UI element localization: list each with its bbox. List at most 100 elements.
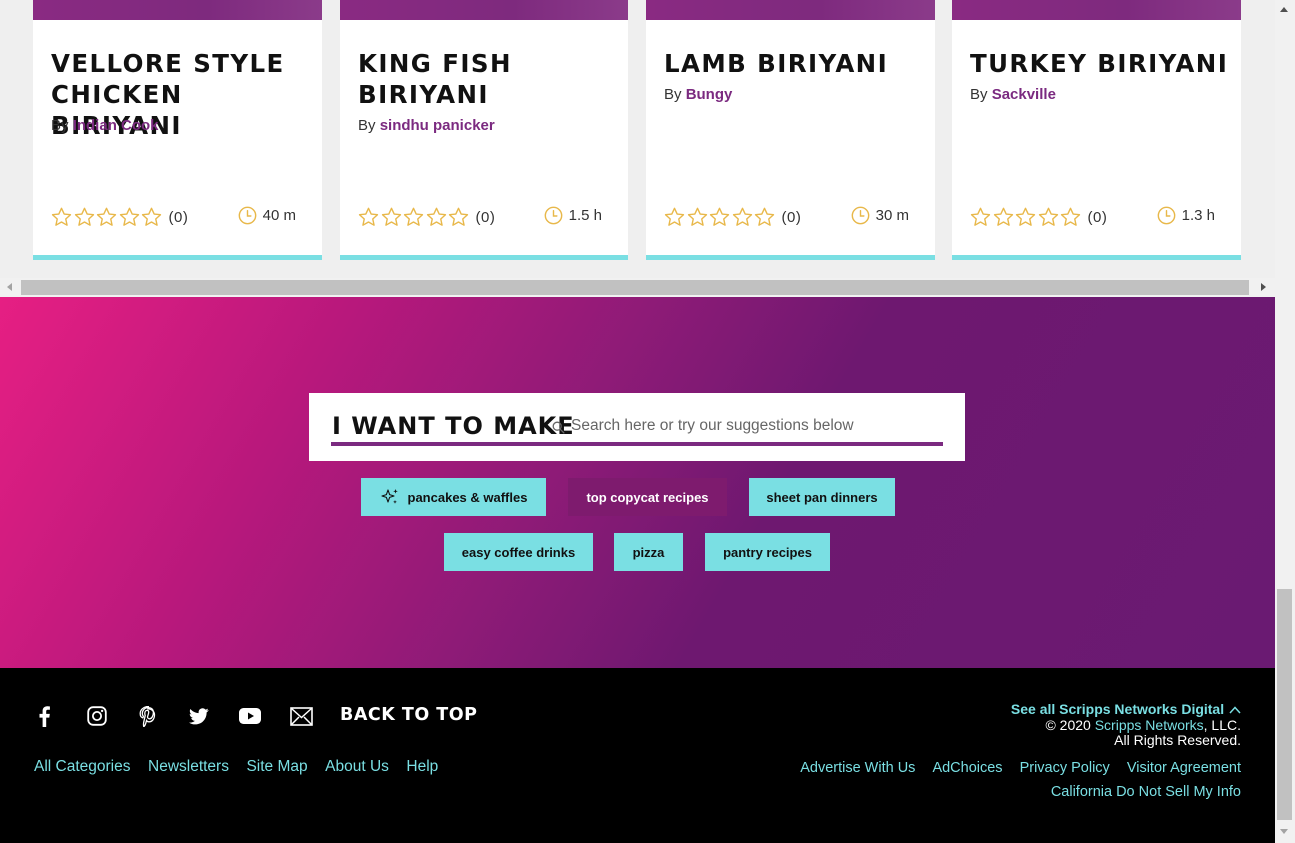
social-links [34,704,340,728]
see-all-link[interactable]: See all Scripps Networks Digital [1011,701,1224,717]
page-scrollbar[interactable] [1275,0,1295,843]
cook-time: 40 m [238,206,296,225]
recipe-author: By sindhu panicker [358,117,495,134]
author-link[interactable]: Indian Cook [73,117,159,134]
star-outline-icon [732,207,755,227]
recipe-author: By Sackville [970,86,1056,103]
scrollbar-thumb[interactable] [21,280,1249,295]
footer-link-advertise[interactable]: Advertise With Us [800,760,915,776]
email-icon[interactable] [289,704,313,728]
site-footer: BACK TO TOP All Categories Newsletters S… [0,668,1275,843]
clock-icon [851,206,870,225]
search-icon [552,421,565,434]
see-all-networks[interactable]: See all Scripps Networks Digital [1011,701,1241,718]
rating-count: (0) [1087,208,1108,226]
star-outline-icon [403,207,426,227]
footer-nav: All Categories Newsletters Site Map Abou… [34,758,456,776]
by-label: By [358,117,376,134]
instagram-icon[interactable] [85,704,109,728]
recipe-image[interactable] [952,0,1241,20]
suggestion-pancakes-waffles[interactable]: pancakes & waffles [361,478,546,516]
rating-stars[interactable]: (0) [664,207,801,227]
star-outline-icon [687,207,710,227]
footer-link-help[interactable]: Help [406,758,438,776]
star-outline-icon [1038,207,1061,227]
search-input[interactable] [571,415,941,437]
rating-stars[interactable]: (0) [358,207,495,227]
footer-link-privacy-policy[interactable]: Privacy Policy [1020,760,1110,776]
scroll-down-arrow[interactable] [1280,829,1288,834]
footer-link-do-not-sell[interactable]: California Do Not Sell My Info [1051,784,1241,800]
suggestion-pantry-recipes[interactable]: pantry recipes [705,533,830,571]
cook-time-value: 40 m [262,207,296,224]
suggestion-top-copycat-recipes[interactable]: top copycat recipes [568,478,727,516]
recipe-image[interactable] [33,0,322,20]
suggestion-easy-coffee-drinks[interactable]: easy coffee drinks [444,533,593,571]
footer-link-all-categories[interactable]: All Categories [34,758,131,776]
scrollbar-thumb[interactable] [1277,589,1292,820]
recipe-card[interactable]: Turkey Biriyani By Sackville (0) 1.3 h [952,0,1241,260]
recipe-title[interactable]: King Fish Biriyani [358,48,538,110]
star-outline-icon [358,207,381,227]
recipe-card[interactable]: King Fish Biriyani By sindhu panicker (0… [340,0,628,260]
author-link[interactable]: Sackville [992,86,1056,103]
star-outline-icon [664,207,687,227]
twitter-icon[interactable] [187,704,211,728]
star-outline-icon [709,207,732,227]
star-outline-icon [119,207,142,227]
search-underline [331,442,943,446]
rights-text: All Rights Reserved. [1114,732,1241,748]
suggestion-sheet-pan-dinners[interactable]: sheet pan dinners [749,478,895,516]
recipe-title[interactable]: Turkey Biriyani [970,48,1230,79]
star-outline-icon [96,207,119,227]
clock-icon [238,206,257,225]
suggestion-pizza[interactable]: pizza [614,533,683,571]
youtube-icon[interactable] [238,704,262,728]
by-label: By [51,117,69,134]
copyright-suffix: , LLC. [1203,716,1241,733]
company-link[interactable]: Scripps Networks [1095,717,1204,733]
author-link[interactable]: Bungy [686,86,733,103]
scroll-left-arrow[interactable] [7,283,12,291]
carousel-scrollbar[interactable] [0,278,1275,297]
star-outline-icon [426,207,449,227]
footer-link-about-us[interactable]: About Us [325,758,389,776]
rating-stars[interactable]: (0) [970,207,1107,227]
star-outline-icon [970,207,993,227]
cook-time: 30 m [851,206,909,225]
star-outline-icon [141,207,164,227]
scroll-right-arrow[interactable] [1261,283,1266,291]
back-to-top-link[interactable]: BACK TO TOP [340,705,477,725]
rating-stars[interactable]: (0) [51,207,188,227]
star-outline-icon [1015,207,1038,227]
cook-time: 1.5 h [544,206,602,225]
facebook-icon[interactable] [34,704,54,728]
author-link[interactable]: sindhu panicker [380,117,495,134]
scroll-up-arrow[interactable] [1280,7,1288,12]
by-label: By [664,86,682,103]
rating-count: (0) [781,208,802,226]
clock-icon [1157,206,1176,225]
star-outline-icon [51,207,74,227]
recipe-carousel: Vellore Style Chicken Biriyani By Indian… [0,0,1275,278]
pinterest-icon[interactable] [136,704,160,728]
recipe-image[interactable] [646,0,935,20]
copyright-prefix: © 2020 [1045,716,1091,733]
recipe-card[interactable]: Lamb Biriyani By Bungy (0) 30 m [646,0,935,260]
recipe-card[interactable]: Vellore Style Chicken Biriyani By Indian… [33,0,322,260]
star-outline-icon [74,207,97,227]
cook-time-value: 30 m [875,207,909,224]
recipe-image[interactable] [340,0,628,20]
footer-link-newsletters[interactable]: Newsletters [148,758,229,776]
copyright-block: See all Scripps Networks Digital © 2020 … [1011,701,1241,749]
cook-time-value: 1.5 h [568,207,602,224]
cook-time-value: 1.3 h [1181,207,1215,224]
recipe-title[interactable]: Lamb Biriyani [664,48,924,79]
copyright-line: © 2020 Scripps Networks, LLC. [1011,716,1241,734]
recipe-search-box: I WANT TO MAKE [309,393,965,461]
chevron-up-icon [1229,706,1241,714]
footer-link-visitor-agreement[interactable]: Visitor Agreement [1127,760,1241,776]
footer-link-site-map[interactable]: Site Map [246,758,307,776]
rating-count: (0) [168,208,189,226]
footer-link-adchoices[interactable]: AdChoices [932,760,1002,776]
